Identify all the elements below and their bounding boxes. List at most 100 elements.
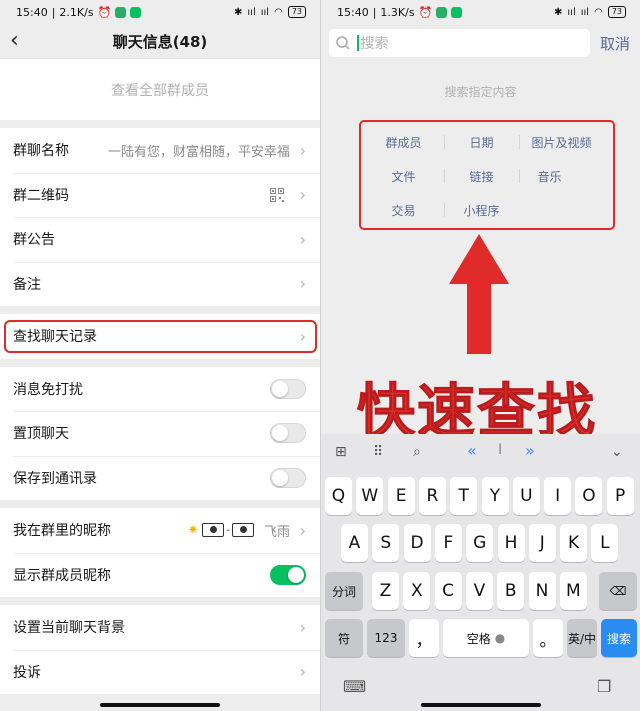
key-f[interactable]: F <box>434 524 462 562</box>
row-save-to-contacts: 保存到通讯录 <box>0 455 320 501</box>
qr-code-icon <box>270 187 284 202</box>
key-x[interactable]: X <box>403 572 431 610</box>
row-group-notice[interactable]: 群公告 › <box>0 217 320 262</box>
key-segment[interactable]: 分词 <box>325 572 363 610</box>
row-label: 置顶聊天 <box>13 426 69 443</box>
chevron-left-icon[interactable]: ‹ <box>10 28 19 53</box>
key-a[interactable]: A <box>341 524 368 562</box>
status-speed: 1.3K/s <box>380 5 415 19</box>
key-r[interactable]: R <box>418 477 446 515</box>
settings-group-toggles: 消息免打扰 置顶聊天 保存到通讯录 <box>0 366 320 501</box>
row-mute: 消息免打扰 <box>0 367 320 412</box>
cancel-button[interactable]: 取消 <box>600 33 630 54</box>
key-j[interactable]: J <box>528 524 556 562</box>
settings-group-info: 群聊名称 一陆有您，财富相随，平安幸福 › 群二维码 › 群公告 › 备注 › <box>0 128 320 306</box>
home-indicator <box>420 703 541 707</box>
category-members[interactable]: 群成员 <box>361 134 446 151</box>
keyboard-switch-icon[interactable]: ⌨ <box>343 677 366 696</box>
key-w[interactable]: W <box>356 477 384 515</box>
cursor-icon[interactable]: I <box>498 442 502 458</box>
key-numbers[interactable]: 123 <box>367 619 405 657</box>
row-remark[interactable]: 备注 › <box>0 261 320 307</box>
status-speed: 2.1K/s <box>59 5 94 19</box>
key-space[interactable]: 空格 ● <box>443 619 529 657</box>
category-music[interactable]: 音乐 <box>507 168 592 185</box>
key-period[interactable]: 。 <box>533 619 563 657</box>
alarm-icon: ⏰ <box>97 5 112 19</box>
category-transactions[interactable]: 交易 <box>361 202 446 219</box>
key-q[interactable]: Q <box>325 477 352 515</box>
signal-icon: ııl <box>567 6 576 18</box>
clipboard-icon[interactable]: ❐ <box>597 677 611 696</box>
wifi-icon: ◠ <box>274 6 283 18</box>
chevron-right-icon: › <box>299 140 306 160</box>
chevron-down-icon[interactable]: ⌄ <box>611 444 623 460</box>
key-o[interactable]: O <box>575 477 603 515</box>
key-s[interactable]: S <box>372 524 400 562</box>
keyboard-bottom-bar: ⌨ ❐ <box>321 673 640 711</box>
key-search[interactable]: 搜索 <box>601 619 637 657</box>
key-m[interactable]: M <box>559 572 587 610</box>
key-z[interactable]: Z <box>372 572 399 610</box>
space-label: 空格 <box>466 631 491 646</box>
home-indicator <box>100 703 220 707</box>
key-symbols[interactable]: 符 <box>325 619 363 657</box>
row-label: 投诉 <box>13 664 41 681</box>
cursor-left-icon[interactable]: « <box>467 441 477 460</box>
key-c[interactable]: C <box>434 572 462 610</box>
cursor-right-icon[interactable]: » <box>525 441 535 460</box>
mute-toggle[interactable] <box>270 378 306 399</box>
category-date[interactable]: 日期 <box>439 134 524 151</box>
row-label: 显示群成员昵称 <box>13 567 111 584</box>
key-d[interactable]: D <box>403 524 431 562</box>
keyboard-layout-icon[interactable]: ⠿ <box>373 444 383 460</box>
key-v[interactable]: V <box>465 572 493 610</box>
row-chat-background[interactable]: 设置当前聊天背景 › <box>0 605 320 650</box>
category-photos-videos[interactable]: 图片及视频 <box>519 134 604 151</box>
text-cursor <box>357 35 359 51</box>
app-notification-icon <box>115 6 127 18</box>
backspace-key[interactable]: ⌫ <box>599 572 637 610</box>
row-group-name[interactable]: 群聊名称 一陆有您，财富相随，平安幸福 › <box>0 128 320 173</box>
key-n[interactable]: N <box>528 572 556 610</box>
up-arrow-icon <box>449 234 509 354</box>
chevron-right-icon: › <box>299 520 306 540</box>
key-y[interactable]: Y <box>481 477 509 515</box>
pin-chat-toggle[interactable] <box>270 423 306 444</box>
search-bar: 搜索 取消 <box>321 24 640 62</box>
show-member-nickname-toggle[interactable] <box>270 564 306 585</box>
key-i[interactable]: I <box>544 477 572 515</box>
view-all-members-link[interactable]: 查看全部群成员 <box>0 58 320 120</box>
key-t[interactable]: T <box>450 477 478 515</box>
view-all-members-label: 查看全部群成员 <box>111 82 209 99</box>
key-b[interactable]: B <box>497 572 525 610</box>
grid-menu-icon[interactable]: ⊞ <box>335 444 347 460</box>
search-icon[interactable]: ⌕ <box>413 444 421 460</box>
status-time: 15:40 <box>337 5 369 19</box>
key-g[interactable]: G <box>466 524 494 562</box>
search-categories: 群成员 日期 图片及视频 文件 链接 音乐 交易 小程序 <box>359 120 615 230</box>
search-screen: 15:40 | 1.3K/s ⏰ ✱ ııl ııl ◠ 73 搜索 取消 搜索… <box>321 0 640 711</box>
category-files[interactable]: 文件 <box>361 168 446 185</box>
row-my-nickname[interactable]: 我在群里的昵称 ✷ - 飞雨 › <box>0 508 320 553</box>
status-bar: 15:40 | 2.1K/s ⏰ ✱ ııl ııl ◠ 73 <box>0 0 320 24</box>
key-language[interactable]: 英/中 <box>567 619 597 657</box>
battery-icon: 73 <box>607 6 626 18</box>
key-k[interactable]: K <box>560 524 588 562</box>
row-group-qrcode[interactable]: 群二维码 › <box>0 172 320 218</box>
key-l[interactable]: L <box>591 524 619 562</box>
wechat-notification-icon <box>451 6 463 18</box>
search-input[interactable]: 搜索 <box>329 29 590 57</box>
row-complaint[interactable]: 投诉 › <box>0 649 320 695</box>
nickname-dash: - <box>226 524 230 536</box>
key-h[interactable]: H <box>497 524 525 562</box>
key-u[interactable]: U <box>512 477 540 515</box>
keyboard-row-4: 符 123 ， 空格 ● 。 英/中 搜索 <box>321 619 640 657</box>
row-label: 我在群里的昵称 <box>13 523 111 540</box>
chevron-right-icon: › <box>299 274 306 294</box>
key-e[interactable]: E <box>387 477 415 515</box>
save-to-contacts-toggle[interactable] <box>270 467 306 488</box>
key-comma[interactable]: ， <box>409 619 439 657</box>
key-p[interactable]: P <box>606 477 634 515</box>
category-mini-programs[interactable]: 小程序 <box>439 202 524 219</box>
